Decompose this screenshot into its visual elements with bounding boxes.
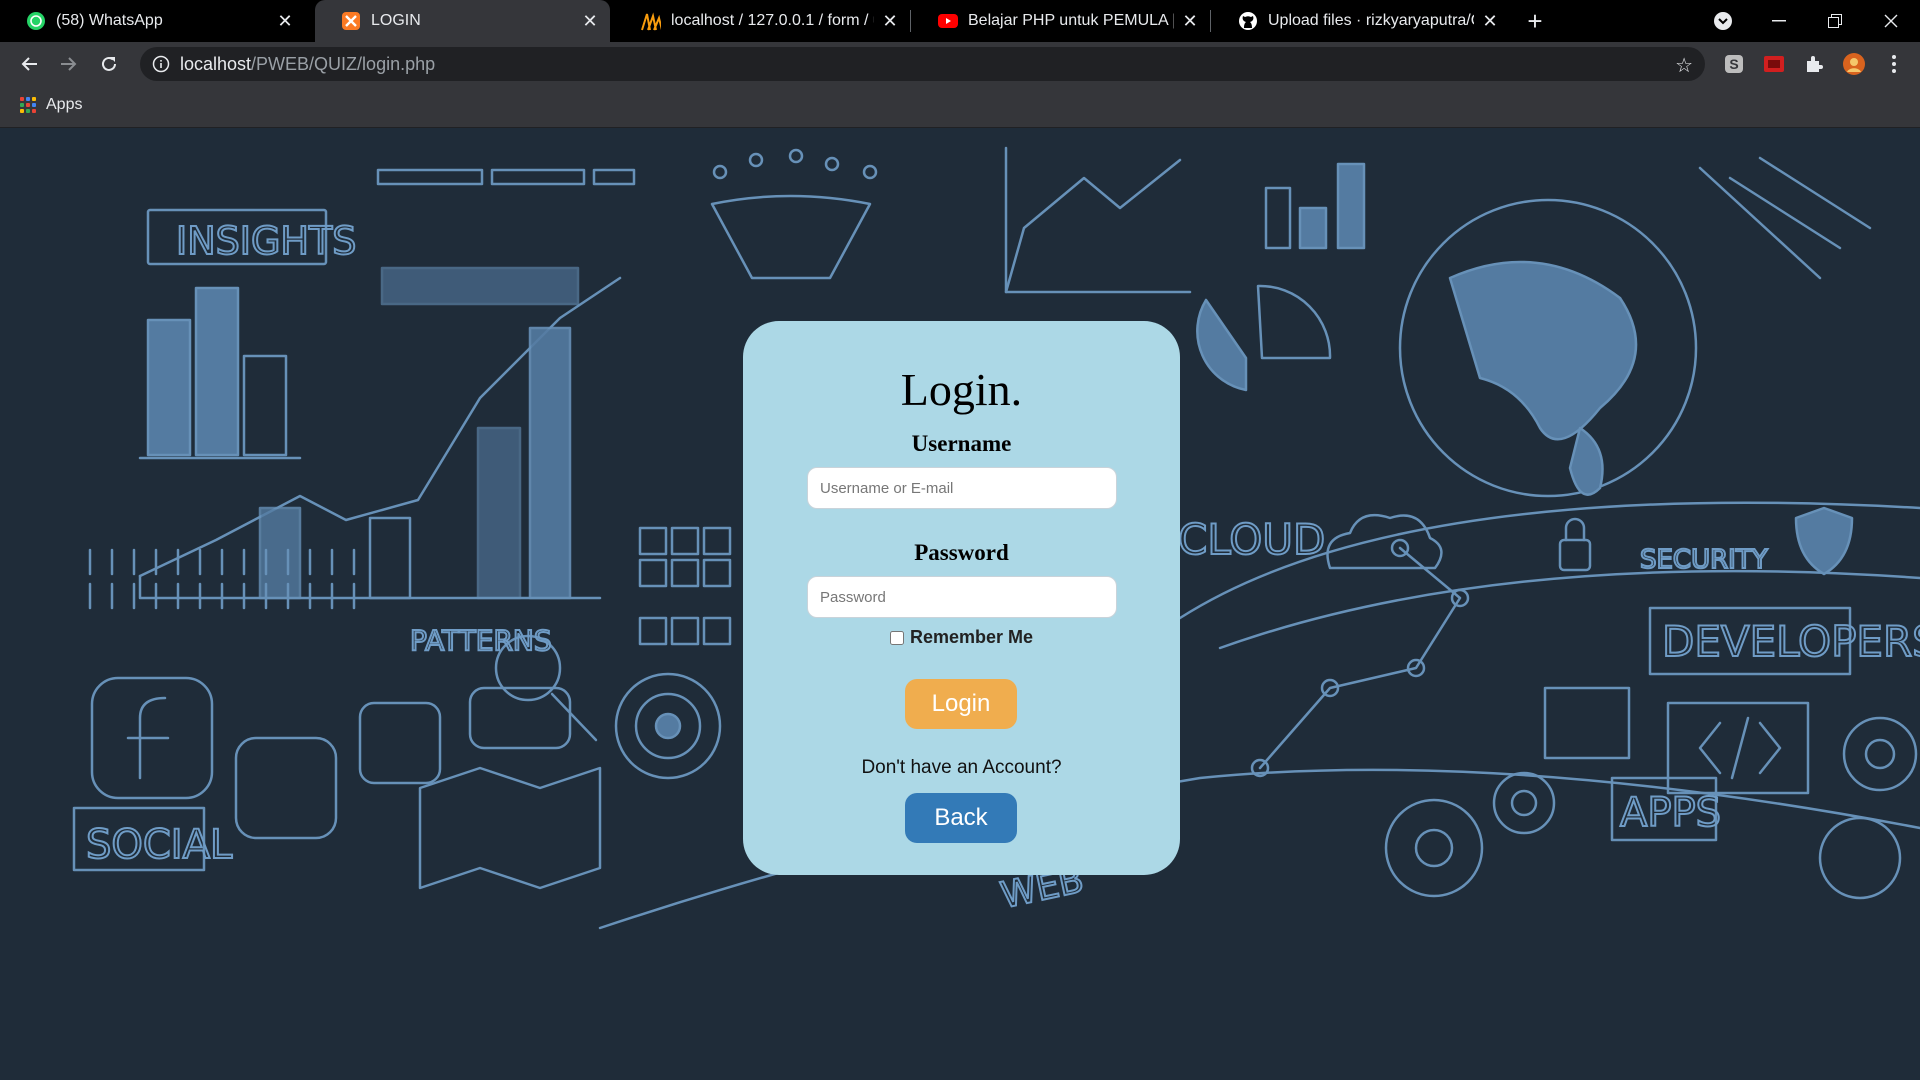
forward-nav-button[interactable]: [53, 48, 85, 80]
url-path: /PWEB/QUIZ/login.php: [251, 54, 436, 74]
bg-word-patterns: PATTERNS: [410, 624, 552, 657]
bookmarks-bar: Apps: [0, 86, 1920, 128]
github-icon: [1238, 11, 1258, 31]
apps-grid-icon: [20, 97, 36, 113]
password-label: Password: [914, 540, 1009, 565]
svg-text:S: S: [1729, 56, 1738, 72]
close-tab-icon[interactable]: ✕: [880, 11, 900, 31]
login-title: Login.: [900, 364, 1023, 415]
avatar: [1843, 53, 1865, 75]
url-text: localhost/PWEB/QUIZ/login.php: [180, 54, 435, 75]
tab-youtube[interactable]: Belajar PHP untuk PEMULA | 16. I ✕: [912, 0, 1210, 42]
red-extension-icon: [1764, 56, 1784, 72]
chevron-down-icon: [1714, 12, 1732, 30]
tab-login[interactable]: LOGIN ✕: [315, 0, 610, 42]
restore-icon: [1828, 14, 1842, 28]
phpmyadmin-icon: [641, 11, 661, 31]
remember-me-label: Remember Me: [909, 627, 1034, 647]
close-tab-icon[interactable]: ✕: [1180, 11, 1200, 31]
close-window-button[interactable]: [1866, 0, 1916, 42]
close-tab-icon[interactable]: ✕: [275, 11, 295, 31]
apps-label: Apps: [46, 96, 83, 113]
no-account-text: Don't have an Account?: [861, 757, 1062, 778]
extension-red-button[interactable]: [1762, 52, 1786, 76]
bookmark-star-icon[interactable]: ☆: [1675, 53, 1693, 78]
reload-icon: [102, 56, 116, 71]
tab-strip: (58) WhatsApp ✕ LOGIN ✕ localhost / 127.…: [0, 0, 1920, 42]
login-button[interactable]: Login: [905, 679, 1017, 729]
tab-title: localhost / 127.0.0.1 / form / user: [671, 12, 874, 29]
puzzle-icon: [1807, 56, 1823, 72]
minimize-button[interactable]: [1754, 0, 1804, 42]
xampp-icon: [341, 11, 361, 31]
youtube-icon: [938, 11, 958, 31]
tab-title: Upload files · rizkyaryaputra/Quiz: [1268, 12, 1474, 29]
bg-word-social: SOCIAL: [86, 822, 233, 868]
new-tab-button[interactable]: +: [1520, 6, 1550, 36]
bg-word-apps: APPS: [1620, 790, 1721, 836]
tab-separator: [1210, 10, 1211, 32]
profile-button[interactable]: [1842, 52, 1866, 76]
back-nav-button[interactable]: [13, 48, 45, 80]
tab-title: (58) WhatsApp: [56, 12, 163, 29]
reload-button[interactable]: [93, 48, 125, 80]
extensions-button[interactable]: [1802, 52, 1826, 76]
remember-me[interactable]: Remember Me: [743, 627, 1180, 648]
browser-menu-button[interactable]: [1882, 52, 1906, 76]
info-icon[interactable]: [152, 55, 170, 73]
back-button[interactable]: Back: [905, 793, 1017, 843]
extension-s-button[interactable]: S: [1722, 52, 1746, 76]
remember-me-checkbox[interactable]: [889, 630, 904, 645]
username-label: Username: [911, 431, 1012, 456]
address-bar[interactable]: localhost/PWEB/QUIZ/login.php ☆: [140, 47, 1705, 81]
browser-toolbar: localhost/PWEB/QUIZ/login.php ☆ S: [0, 42, 1920, 86]
login-card: Login. Username Password Remember Me Log…: [743, 321, 1180, 875]
close-tab-icon[interactable]: ✕: [580, 11, 600, 31]
tab-whatsapp[interactable]: (58) WhatsApp ✕: [0, 0, 305, 42]
tab-separator: [910, 10, 911, 32]
whatsapp-icon: [26, 11, 46, 31]
bg-word-insights: INSIGHTS: [176, 219, 356, 263]
url-host: localhost: [180, 54, 252, 74]
tab-title: Belajar PHP untuk PEMULA | 16. I: [968, 12, 1174, 29]
password-input[interactable]: [807, 576, 1117, 618]
apps-bookmark[interactable]: Apps: [20, 96, 82, 114]
close-icon: [1884, 14, 1898, 28]
tab-title: LOGIN: [371, 12, 421, 29]
kebab-menu-icon: [1892, 55, 1896, 73]
username-input[interactable]: [807, 467, 1117, 509]
tab-github[interactable]: Upload files · rizkyaryaputra/Quiz ✕: [1212, 0, 1510, 42]
s-extension-icon: S: [1725, 55, 1743, 73]
restore-button[interactable]: [1810, 0, 1860, 42]
arrow-left-icon: [21, 57, 37, 71]
tab-search-button[interactable]: [1698, 0, 1748, 42]
bg-word-security: SECURITY: [1640, 545, 1768, 575]
tab-phpmyadmin[interactable]: localhost / 127.0.0.1 / form / user ✕: [615, 0, 910, 42]
page-content: INSIGHTS PATTERNS SOCIAL CLOUD SECURITY …: [0, 128, 1920, 1080]
bg-word-developers: DEVELOPERS: [1662, 617, 1920, 666]
bg-word-cloud: CLOUD: [1178, 515, 1325, 564]
close-tab-icon[interactable]: ✕: [1480, 11, 1500, 31]
arrow-right-icon: [61, 57, 77, 71]
minimize-icon: [1772, 20, 1786, 22]
